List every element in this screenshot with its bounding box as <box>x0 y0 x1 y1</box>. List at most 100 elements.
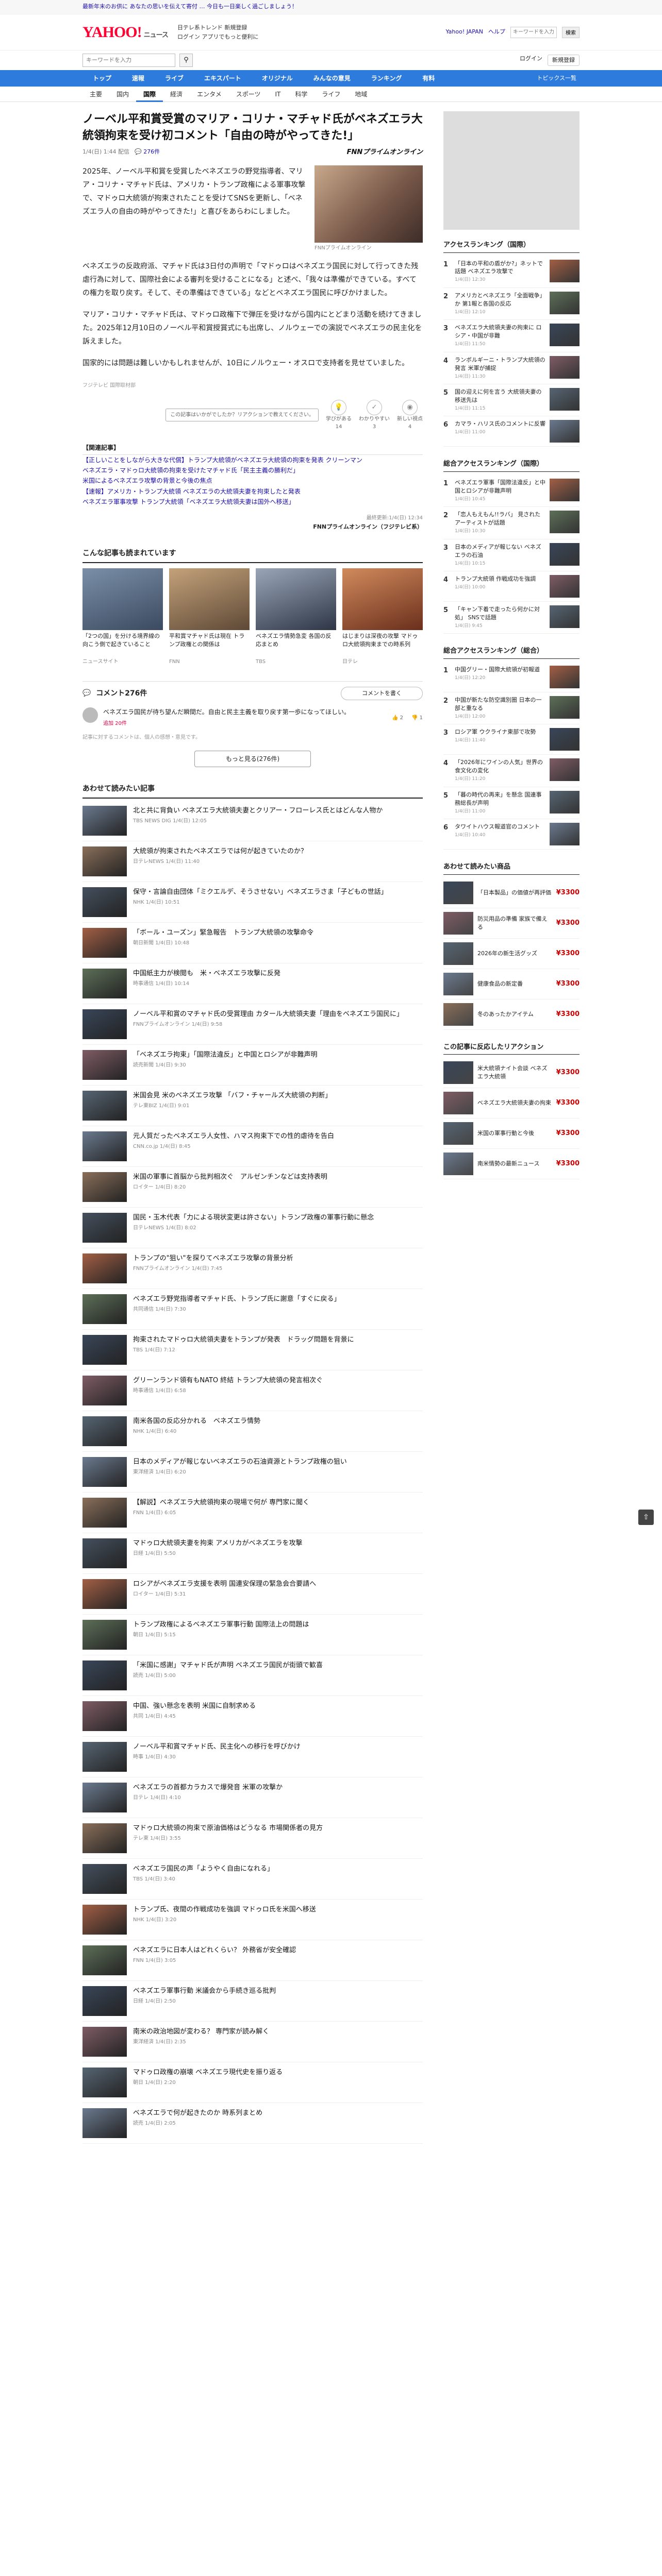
product-item[interactable]: ベネズエラ大統領夫妻の拘束 ¥3300 <box>443 1088 580 1118</box>
ranking-title[interactable]: 日本のメディアが報じない ベネズエラの石油 <box>455 543 545 560</box>
nav-paid[interactable]: 有料 <box>412 70 445 87</box>
list-item-title[interactable]: マドゥロ政権の崩壊 ベネズエラ現代史を振り返る <box>133 2067 423 2078</box>
ranking-thumbnail[interactable] <box>550 728 580 751</box>
ranking-thumbnail[interactable] <box>550 696 580 719</box>
ad-banner[interactable] <box>443 111 580 230</box>
ranking-thumbnail[interactable] <box>550 758 580 782</box>
list-thumbnail[interactable] <box>82 1823 127 1853</box>
tab-it[interactable]: IT <box>268 87 288 102</box>
header-links-line1[interactable]: 日テレ系トレンド 新規登録 <box>177 23 437 32</box>
list-thumbnail[interactable] <box>82 1131 127 1161</box>
list-thumbnail[interactable] <box>82 1375 127 1405</box>
product-item[interactable]: 米大統領ナイト会談 ベネズエラ大統領 ¥3300 <box>443 1058 580 1088</box>
ranking-thumbnail[interactable] <box>550 478 580 501</box>
list-item-title[interactable]: 【解説】ベネズエラ大統領拘束の現場で何が 専門家に聞く <box>133 1498 423 1508</box>
list-thumbnail[interactable] <box>82 887 127 917</box>
ranking-thumbnail[interactable] <box>550 355 580 379</box>
product-title[interactable]: 南米情勢の最新ニュース <box>477 1160 552 1168</box>
topics-list-link[interactable]: トピックス一覧 <box>534 70 580 87</box>
list-item[interactable]: ベネズエラに日本人はどれくらい？ 外務省が安全確認 FNN 1/4(日) 3:05 <box>82 1940 423 1981</box>
list-thumbnail[interactable] <box>82 1660 127 1690</box>
nav-live[interactable]: ライブ <box>155 70 194 87</box>
list-thumbnail[interactable] <box>82 1741 127 1772</box>
list-item[interactable]: 南米の政治地図が変わる？ 専門家が読み解く 東洋経済 1/4(日) 2:35 <box>82 2022 423 2062</box>
list-thumbnail[interactable] <box>82 1253 127 1283</box>
product-item[interactable]: 南米情勢の最新ニュース ¥3300 <box>443 1149 580 1179</box>
related-link[interactable]: ベネズエラ・マドゥロ大統領の拘束を受けたマチャド氏「民主主義の勝利だ」 <box>82 465 423 476</box>
list-item[interactable]: グリーンランド領有もNATO 終結 トランプ大統領の発言相次ぐ 時事通信 1/4(… <box>82 1370 423 1411</box>
ranking-title[interactable]: トランプ大統領 作戦成功を強調 <box>455 575 545 583</box>
list-item[interactable]: 【解説】ベネズエラ大統領拘束の現場で何が 専門家に聞く FNN 1/4(日) 6:… <box>82 1493 423 1533</box>
list-item[interactable]: マドゥロ大統領夫妻を拘束 アメリカがベネズエラを攻撃 日経 1/4(日) 5:50 <box>82 1533 423 1574</box>
source-logo[interactable]: FNNプライムオンライン <box>347 147 423 158</box>
list-thumbnail[interactable] <box>82 2026 127 2057</box>
tab-international[interactable]: 国際 <box>136 87 163 102</box>
recommend-card[interactable]: ベネズエラ情勢急変 各国の反応まとめ TBS <box>256 568 336 666</box>
list-item-title[interactable]: 米国の軍事に首脳から批判相次ぐ アルゼンチンなどは支持表明 <box>133 1172 423 1182</box>
ranking-item[interactable]: 5 国の迎えに何を言う 大統領夫妻の移送先は 1/4(日) 11:15 <box>443 384 580 417</box>
recommend-card[interactable]: 「2つの国」を分ける境界線の向こう側で起きていること ニュースサイト <box>82 568 163 666</box>
ranking-thumbnail[interactable] <box>550 823 580 845</box>
tab-life[interactable]: ライフ <box>315 87 347 102</box>
ranking-title[interactable]: ベネズエラ大統領夫妻の拘束に ロシア・中国が非難 <box>455 324 545 340</box>
ranking-item[interactable]: 3 日本のメディアが報じない ベネズエラの石油 1/4(日) 10:15 <box>443 539 580 571</box>
ranking-title[interactable]: 「恋人もえもん!!ラバ」 見されたアーティストが話題 <box>455 511 545 527</box>
ranking-thumbnail[interactable] <box>550 420 580 443</box>
ranking-thumbnail[interactable] <box>550 291 580 314</box>
search-input[interactable] <box>82 54 175 67</box>
ranking-title[interactable]: 「日本の平和の盾がか?」ネットで話題 ベネズエラ攻撃で <box>455 260 545 276</box>
list-item-title[interactable]: ベネズエラ軍事行動 米議会から手続き巡る批判 <box>133 1986 423 1996</box>
published-source[interactable]: FNNプライムオンライン（フジテレビ系） <box>82 523 423 532</box>
list-item[interactable]: トランプ政権によるベネズエラ軍事行動 国際法上の問題は 朝日 1/4(日) 5:1… <box>82 1615 423 1655</box>
list-item[interactable]: ベネズエラ野党指導者マチャド氏、トランプ氏に謝意「すぐに戻る」 共同通信 1/4(… <box>82 1289 423 1330</box>
list-item-title[interactable]: ベネズエラに日本人はどれくらい？ 外務省が安全確認 <box>133 1945 423 1956</box>
list-thumbnail[interactable] <box>82 1701 127 1731</box>
product-item[interactable]: 2026年の新生活グッズ ¥3300 <box>443 939 580 969</box>
list-item[interactable]: トランプの"狙い"を探りてベネズエラ攻撃の背景分析 FNNプライムオンライン 1/… <box>82 1248 423 1289</box>
list-item-title[interactable]: 日本のメディアが報じないベネズエラの石油資源とトランプ政権の狙い <box>133 1457 423 1467</box>
list-item-title[interactable]: 元人質だったベネズエラ人女性、ハマス拘束下での性的虐待を告白 <box>133 1131 423 1142</box>
yahoo-japan-link[interactable]: Yahoo! JAPAN <box>445 28 483 37</box>
list-item[interactable]: ロシアがベネズエラ支援を表明 国連安保理の緊急会合要請へ ロイター 1/4(日) … <box>82 1574 423 1615</box>
list-thumbnail[interactable] <box>82 1863 127 1894</box>
product-title[interactable]: 防災用品の準備 家族で備える <box>477 915 552 931</box>
list-thumbnail[interactable] <box>82 1049 127 1080</box>
list-item[interactable]: 日本のメディアが報じないベネズエラの石油資源とトランプ政権の狙い 東洋経済 1/4… <box>82 1452 423 1493</box>
ranking-item[interactable]: 3 ロシア軍 ウクライナ東部で攻勢 1/4(日) 11:40 <box>443 724 580 755</box>
list-thumbnail[interactable] <box>82 1904 127 1935</box>
tab-main[interactable]: 主要 <box>82 87 109 102</box>
list-item[interactable]: 国民・玉木代表「力による現状変更は許さない」トランプ政権の軍事行動に懸念 日テレN… <box>82 1208 423 1248</box>
nav-ranking[interactable]: ランキング <box>361 70 412 87</box>
list-thumbnail[interactable] <box>82 1416 127 1446</box>
reaction-new[interactable]: ◉ 新しい視点 4 <box>397 399 423 431</box>
list-item-title[interactable]: 「ベネズエラ拘束」「国際法違反」と中国とロシアが非難声明 <box>133 1050 423 1060</box>
list-item[interactable]: 元人質だったベネズエラ人女性、ハマス拘束下での性的虐待を告白 CNN.co.jp … <box>82 1126 423 1167</box>
list-item-title[interactable]: 「ボール・ユーズン」緊急報告 トランプ大統領の攻撃命令 <box>133 928 423 938</box>
ranking-title[interactable]: 「2026年にワインの人気」世界の食文化の変化 <box>455 758 545 775</box>
list-item[interactable]: マドゥロ大統領の拘束で原油価格はどうなる 市場関係者の見方 テレ東 1/4(日) … <box>82 1818 423 1859</box>
list-item-title[interactable]: 保守・言論自由団体「ミクエルデ、そうさせない」ベネズエラさま「子どもの世話」 <box>133 887 423 897</box>
product-item[interactable]: 米国の軍事行動と今後 ¥3300 <box>443 1118 580 1149</box>
lead-photo[interactable] <box>315 165 423 243</box>
ranking-item[interactable]: 5 「キャン下着で走ったら何かに対処」 SNSで話題 1/4(日) 9:45 <box>443 602 580 634</box>
list-item-title[interactable]: 米国会見 米のベネズエラ攻撃 「バフ・チャールズ大統領の判断」 <box>133 1091 423 1101</box>
list-item-title[interactable]: グリーンランド領有もNATO 終結 トランプ大統領の発言相次ぐ <box>133 1376 423 1386</box>
nav-opinion[interactable]: みんなの意見 <box>303 70 361 87</box>
list-thumbnail[interactable] <box>82 1497 127 1528</box>
list-item[interactable]: 中国、強い懸念を表明 米国に自制求める 共同 1/4(日) 4:45 <box>82 1696 423 1737</box>
product-thumbnail[interactable] <box>443 1153 473 1175</box>
list-item[interactable]: トランプ氏、夜間の作戦成功を強調 マドゥロ氏を米国へ移送 NHK 1/4(日) 3… <box>82 1900 423 1940</box>
list-thumbnail[interactable] <box>82 1945 127 1975</box>
product-item[interactable]: 「日本製品」の価値が再評価 ¥3300 <box>443 878 580 908</box>
header-links-line2[interactable]: ログイン アプリでもっと便利に <box>177 32 437 42</box>
list-item[interactable]: 米国会見 米のベネズエラ攻撃 「バフ・チャールズ大統領の判断」 テレ東BIZ 1/… <box>82 1086 423 1126</box>
tab-science[interactable]: 科学 <box>288 87 315 102</box>
yahoo-news-logo[interactable]: YAHOO! ニュース <box>82 21 169 44</box>
comment-replies[interactable]: 追加 20件 <box>103 720 387 728</box>
comment-count-link[interactable]: 💬 276件 <box>135 148 160 157</box>
list-item-title[interactable]: 中国紙主力が検閲も 米・ベネズエラ攻撃に反発 <box>133 969 423 979</box>
ranking-title[interactable]: 中国が新たな防空識別圏 日本の一部と重なる <box>455 696 545 713</box>
tab-sports[interactable]: スポーツ <box>229 87 268 102</box>
ranking-item[interactable]: 4 「2026年にワインの人気」世界の食文化の変化 1/4(日) 11:20 <box>443 755 580 787</box>
product-item[interactable]: 健康食品の新定番 ¥3300 <box>443 969 580 999</box>
